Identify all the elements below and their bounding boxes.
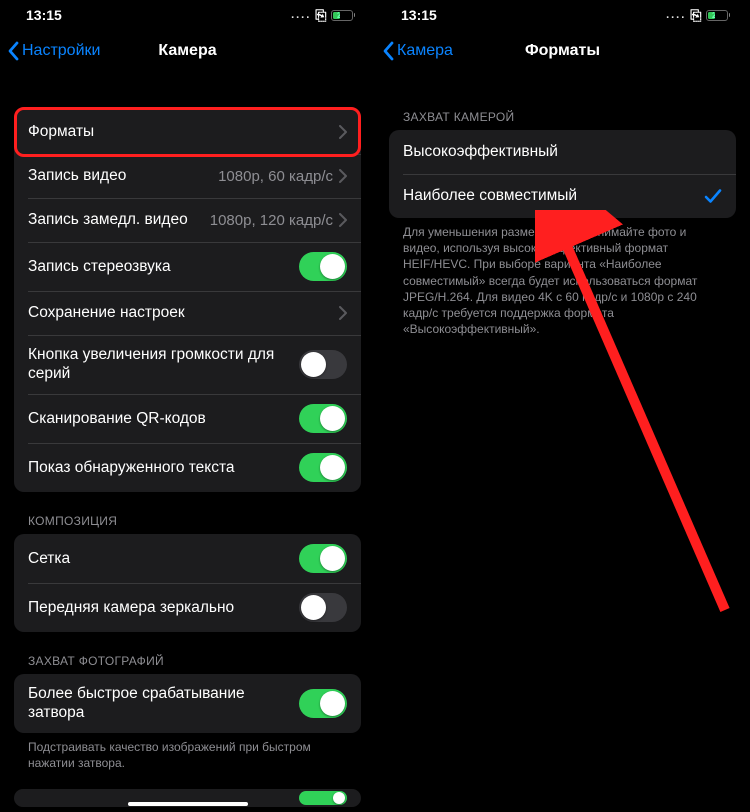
- back-button[interactable]: Настройки: [8, 41, 100, 61]
- chevron-right-icon: [339, 169, 347, 183]
- row-high-efficiency[interactable]: Высокоэффективный: [389, 130, 736, 174]
- battery-icon: 27: [331, 10, 356, 21]
- toggle-grid[interactable]: [299, 544, 347, 573]
- chevron-left-icon: [383, 41, 395, 61]
- toggle-qr[interactable]: [299, 404, 347, 433]
- toggle-mirror-front[interactable]: [299, 593, 347, 622]
- status-time: 13:15: [401, 7, 437, 23]
- screen-camera-settings: 13:15 .... ⎘ 27 Настройки Камера Форматы: [0, 0, 375, 812]
- status-bar: 13:15 .... ⎘ 27: [0, 0, 375, 30]
- toggle-volume-burst[interactable]: [299, 350, 347, 379]
- chevron-right-icon: [339, 125, 347, 139]
- formats-list: Высокоэффективный Наиболее совместимый: [389, 130, 736, 218]
- row-stereo-sound[interactable]: Запись стереозвука: [14, 242, 361, 291]
- row-qr-scan[interactable]: Сканирование QR-кодов: [14, 394, 361, 443]
- status-time: 13:15: [26, 7, 62, 23]
- row-volume-burst[interactable]: Кнопка увеличения громкости для серий: [14, 335, 361, 394]
- nav-bar: Настройки Камера: [0, 30, 375, 72]
- toggle-detected-text[interactable]: [299, 453, 347, 482]
- toggle-faster-shutter[interactable]: [299, 689, 347, 718]
- row-record-video[interactable]: Запись видео 1080p, 60 кадр/с: [14, 154, 361, 198]
- row-grid[interactable]: Сетка: [14, 534, 361, 583]
- checkmark-icon: [704, 188, 722, 204]
- settings-list-main: Форматы Запись видео 1080p, 60 кадр/с За…: [14, 110, 361, 492]
- group-header-composition: КОМПОЗИЦИЯ: [0, 514, 375, 534]
- battery-icon: 27: [706, 10, 731, 21]
- home-indicator[interactable]: [128, 802, 248, 806]
- row-mirror-front[interactable]: Передняя камера зеркально: [14, 583, 361, 632]
- hotspot-icon: ⎘: [690, 7, 701, 24]
- row-most-compatible[interactable]: Наиболее совместимый: [389, 174, 736, 218]
- status-right: .... ⎘ 27: [291, 7, 355, 24]
- row-formats[interactable]: Форматы: [14, 110, 361, 154]
- hotspot-icon: ⎘: [315, 7, 326, 24]
- footer-note-formats: Для уменьшения размера файла снимайте фо…: [375, 218, 750, 337]
- settings-list-composition: Сетка Передняя камера зеркально: [14, 534, 361, 632]
- footer-note-capture: Подстраивать качество изображений при бы…: [0, 733, 375, 771]
- row-slomo-video[interactable]: Запись замедл. видео 1080p, 120 кадр/с: [14, 198, 361, 242]
- toggle-partial[interactable]: [299, 791, 347, 805]
- cellular-dots-icon: ....: [666, 9, 686, 21]
- settings-list-capture: Более быстрое срабатывание затвора: [14, 674, 361, 733]
- row-detected-text[interactable]: Показ обнаруженного текста: [14, 443, 361, 492]
- toggle-stereo[interactable]: [299, 252, 347, 281]
- back-label: Камера: [397, 42, 453, 60]
- status-right: .... ⎘ 27: [666, 7, 730, 24]
- group-header-capture-camera: ЗАХВАТ КАМЕРОЙ: [375, 110, 750, 130]
- chevron-left-icon: [8, 41, 20, 61]
- group-header-capture: ЗАХВАТ ФОТОГРАФИЙ: [0, 654, 375, 674]
- chevron-right-icon: [339, 213, 347, 227]
- row-faster-shutter[interactable]: Более быстрое срабатывание затвора: [14, 674, 361, 733]
- cellular-dots-icon: ....: [291, 9, 311, 21]
- status-bar: 13:15 .... ⎘ 27: [375, 0, 750, 30]
- nav-bar: Камера Форматы: [375, 30, 750, 72]
- screen-formats: 13:15 .... ⎘ 27 Камера Форматы ЗАХВАТ КА…: [375, 0, 750, 812]
- chevron-right-icon: [339, 306, 347, 320]
- row-save-settings[interactable]: Сохранение настроек: [14, 291, 361, 335]
- back-label: Настройки: [22, 42, 100, 60]
- back-button[interactable]: Камера: [383, 41, 453, 61]
